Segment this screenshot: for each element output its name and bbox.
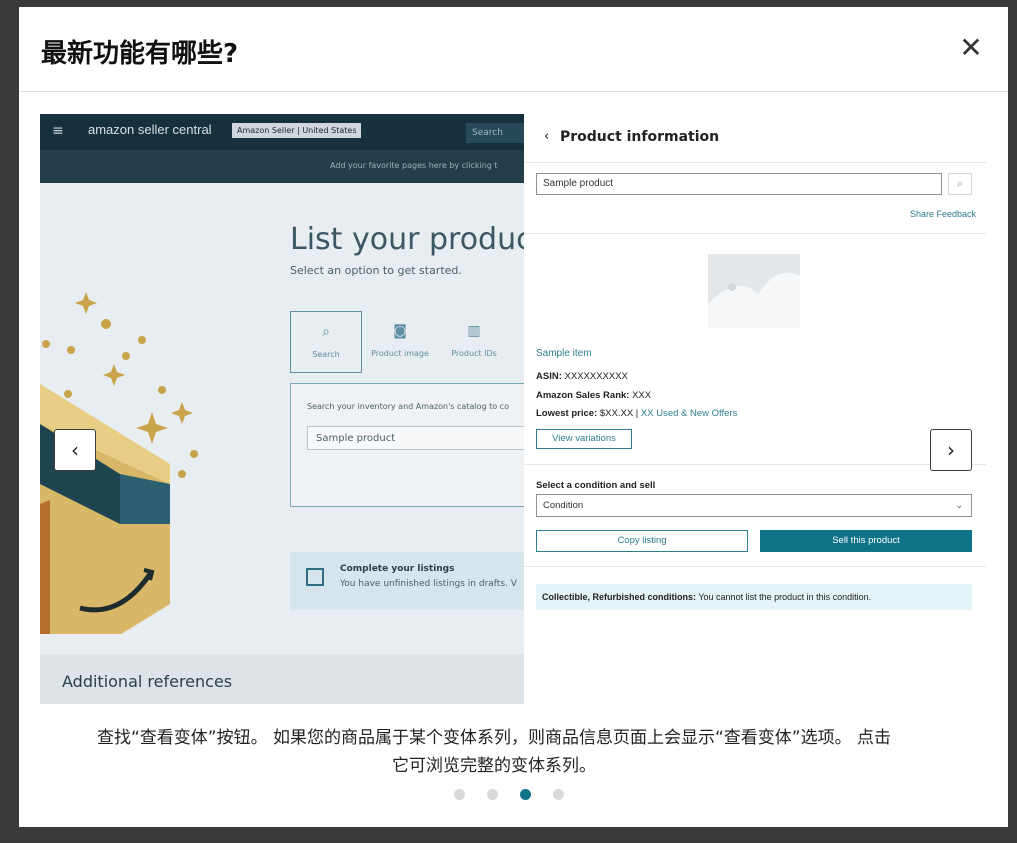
sc-favorites-bar: Add your favorite pages here by clicking… [40, 150, 524, 183]
next-slide-button[interactable]: › [930, 429, 972, 471]
product-image-placeholder [708, 254, 800, 328]
tab-search-label: Search [312, 350, 340, 359]
sc-search-field: Search [466, 123, 524, 143]
panel-header: ‹ Product information [524, 114, 986, 163]
panel-title: Product information [560, 129, 720, 145]
close-button[interactable]: ✕ [956, 33, 986, 63]
account-badge: Amazon Seller | United States [232, 123, 362, 138]
tab-product-ids: ▥ Product IDs [438, 311, 510, 373]
sales-rank-line: Amazon Sales Rank: XXX [536, 390, 651, 401]
condition-select-value: Condition [543, 500, 584, 511]
chevron-right-icon: › [947, 438, 955, 462]
additional-references-section: Additional references [40, 654, 524, 704]
pagination-dot-1[interactable] [453, 789, 465, 800]
sales-rank-value: XXX [632, 390, 652, 401]
condition-select: Condition ⌄ [536, 494, 972, 517]
offers-link: XX Used & New Offers [640, 408, 738, 419]
whats-new-modal: 最新功能有哪些? ✕ ≡ amazon seller central Amazo… [19, 7, 1008, 827]
complete-listings-desc: You have unfinished listings in drafts. … [340, 579, 517, 589]
divider [524, 233, 986, 234]
lowest-price-value: $XX.XX | [599, 408, 639, 419]
sales-rank-label: Amazon Sales Rank: [536, 390, 630, 401]
amazon-seller-central-logo: amazon seller central [88, 122, 212, 137]
complete-listings-banner: Complete your listings You have unfinish… [290, 552, 524, 610]
sc-top-bar: ≡ amazon seller central Amazon Seller | … [40, 114, 524, 150]
tab-product-image: ◙ Product image [364, 311, 436, 373]
asin-label: ASIN: [536, 371, 562, 382]
additional-references-title: Additional references [62, 672, 233, 691]
divider [524, 464, 986, 465]
notice-text: You cannot list the product in this cond… [698, 592, 872, 602]
notice-bold: Collectible, Refurbished conditions: [542, 592, 697, 602]
modal-title: 最新功能有哪些? [41, 39, 239, 69]
tab-product-ids-label: Product IDs [451, 349, 497, 358]
seller-central-screenshot: ≡ amazon seller central Amazon Seller | … [40, 114, 524, 704]
asin-value: XXXXXXXXXX [564, 371, 628, 382]
caption-line-1: 查找“查看变体”按钮。 如果您的商品属于某个变体系列，则商品信息页面上会显示“查… [96, 728, 892, 748]
search-icon: ⌕ [948, 173, 972, 195]
caption-line-2: 它可浏览完整的变体系列。 [392, 756, 596, 776]
condition-notice: Collectible, Refurbished conditions: You… [536, 584, 972, 610]
listing-method-tabs: ⌕ Search ◙ Product image ▥ Product IDs [290, 311, 524, 373]
tab-product-image-label: Product image [371, 349, 429, 358]
edit-icon [306, 568, 324, 586]
carousel-pagination [0, 789, 1017, 803]
sample-item-link: Sample item [536, 348, 592, 359]
lowest-price-line: Lowest price: $XX.XX | XX Used & New Off… [536, 408, 737, 419]
pagination-dot-3[interactable] [519, 789, 531, 800]
previous-slide-button[interactable]: ‹ [54, 429, 96, 471]
product-search-input: Sample product [536, 173, 942, 195]
pagination-dot-2[interactable] [486, 789, 498, 800]
view-variations-button: View variations [536, 429, 632, 449]
chevron-down-icon: ⌄ [955, 500, 963, 510]
copy-listing-button: Copy listing [536, 530, 748, 552]
complete-listings-title: Complete your listings [340, 564, 455, 574]
image-placeholder-icon [708, 254, 800, 328]
divider [524, 566, 986, 567]
tab-search: ⌕ Search [290, 311, 362, 373]
modal-header: 最新功能有哪些? ✕ [19, 7, 1008, 92]
sell-this-product-button: Sell this product [760, 530, 972, 552]
carousel-slide: ≡ amazon seller central Amazon Seller | … [40, 114, 986, 704]
lowest-price-label: Lowest price: [536, 408, 598, 419]
catalog-search-box: Search your inventory and Amazon's catal… [290, 383, 524, 507]
catalog-search-input: Sample product [307, 426, 524, 450]
slide-caption: 查找“查看变体”按钮。 如果您的商品属于某个变体系列，则商品信息页面上会显示“查… [44, 724, 944, 780]
product-information-panel: ‹ Product information Sample product ⌕ S… [524, 114, 986, 704]
pagination-dot-4[interactable] [552, 789, 564, 800]
asin-line: ASIN: XXXXXXXXXX [536, 371, 628, 382]
list-your-product-heading: List your product [290, 222, 524, 257]
chevron-left-icon: ‹ [71, 438, 79, 462]
search-icon: ⌕ [322, 324, 330, 340]
hamburger-menu-icon: ≡ [52, 123, 64, 139]
condition-label: Select a condition and sell [536, 480, 656, 491]
list-product-subheading: Select an option to get started. [290, 264, 462, 277]
catalog-search-label: Search your inventory and Amazon's catal… [307, 402, 509, 411]
barcode-icon: ▥ [467, 323, 481, 339]
share-feedback-link: Share Feedback [909, 209, 976, 219]
camera-icon: ◙ [393, 323, 407, 339]
favorites-text: Add your favorite pages here by clicking… [330, 161, 498, 170]
chevron-left-icon: ‹ [544, 129, 550, 144]
